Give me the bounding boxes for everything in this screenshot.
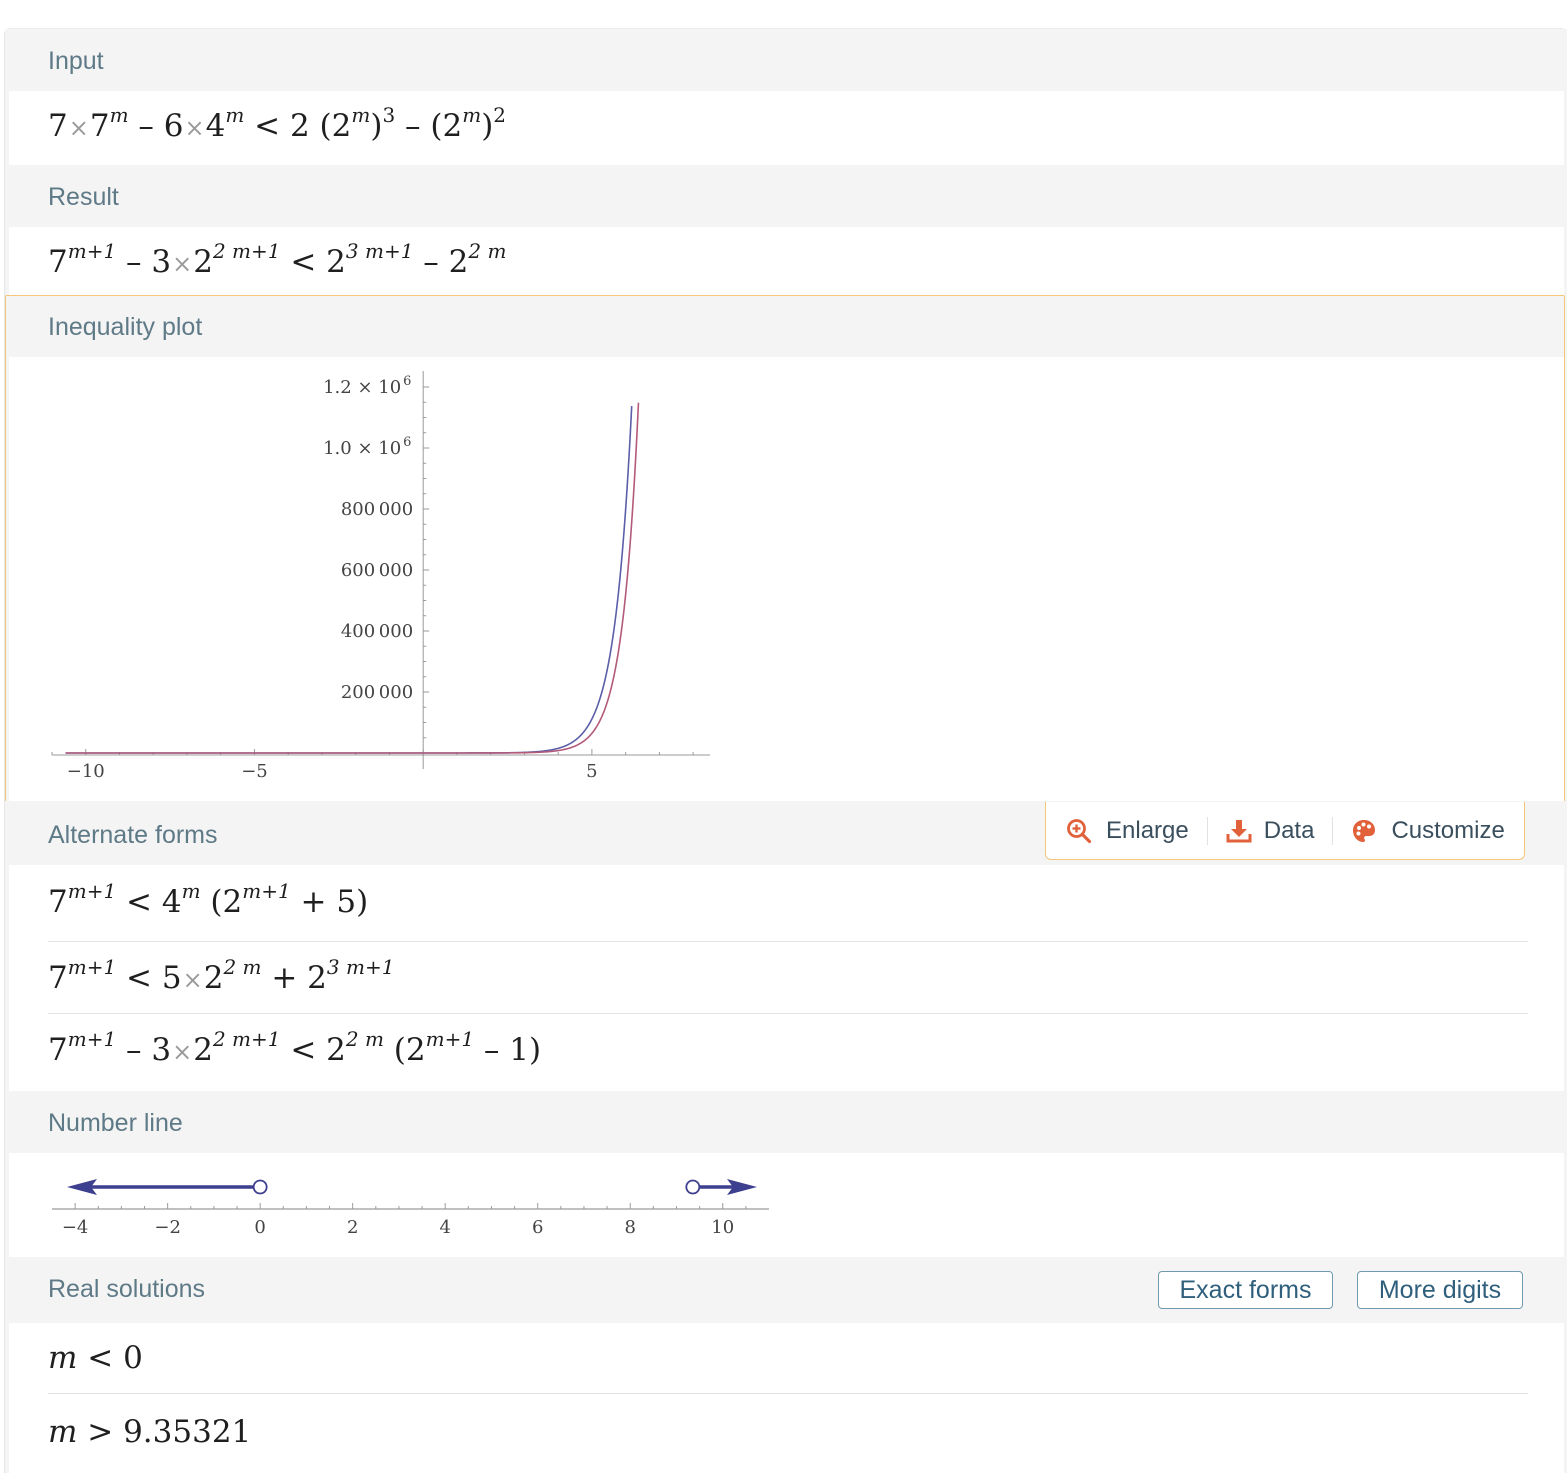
plot-pod-header: Inequality plot xyxy=(5,295,1567,357)
solutions-pod-body[interactable]: m < 0 m > 9.35321 xyxy=(9,1323,1564,1473)
palette-icon xyxy=(1353,819,1376,842)
solutions-separator xyxy=(48,1393,1528,1394)
input-pod-body[interactable]: 7×7m – 6×4m < 2 (2m)3 – (2m)2 xyxy=(9,91,1564,165)
numberline-tick-label: 6 xyxy=(532,1217,543,1238)
open-endpoint xyxy=(685,1179,701,1195)
customize-button[interactable]: Customize xyxy=(1351,816,1505,845)
numberline-tick-label: −4 xyxy=(62,1217,89,1238)
solution-2: m > 9.35321 xyxy=(48,1414,252,1450)
download-icon xyxy=(1226,819,1252,842)
solution-1: m < 0 xyxy=(48,1340,143,1376)
alternate-form-3: 7m+1 – 3×22 m+1 < 22 m (2m+1 – 1) xyxy=(48,1027,542,1068)
y-tick-label: 600 000 xyxy=(341,560,413,581)
solutions-pod-title: Real solutions xyxy=(48,1275,206,1303)
y-tick-label: 400 000 xyxy=(341,621,413,642)
input-pod-title: Input xyxy=(48,47,104,75)
data-label: Data xyxy=(1263,816,1315,844)
enlarge-label: Enlarge xyxy=(1106,816,1189,844)
open-endpoint xyxy=(252,1179,268,1195)
plot-pod-title: Inequality plot xyxy=(48,313,203,341)
customize-label: Customize xyxy=(1391,816,1505,844)
alternate-pod-body[interactable]: 7m+1 < 4m (2m+1 + 5) 7m+1 < 5×22 m + 23 … xyxy=(9,865,1564,1091)
toolbar-divider xyxy=(1206,816,1208,845)
numberline-tick-label: 10 xyxy=(711,1217,734,1238)
alternate-form-1: 7m+1 < 4m (2m+1 + 5) xyxy=(48,879,369,920)
y-tick-label: 1.2 × 10 xyxy=(323,377,401,398)
zoom-in-icon xyxy=(1067,818,1092,843)
result-expression: 7m+1 – 3×22 m+1 < 23 m+1 – 22 m xyxy=(48,239,507,280)
y-tick-label: 200 000 xyxy=(341,682,413,703)
result-pod-header: Result xyxy=(5,165,1567,227)
result-pod-title: Result xyxy=(48,183,119,211)
numberline-tick-label: 2 xyxy=(347,1217,358,1238)
y-tick-exponent: 6 xyxy=(403,374,411,389)
numberline-tick-label: 0 xyxy=(254,1217,265,1238)
inequality-plot[interactable]: −10 −5 5 200 000 400 000 600 000 800 000 1.0 × … xyxy=(9,357,729,797)
numberline-pod-header: Number line xyxy=(5,1091,1567,1153)
numberline-tick-label: 8 xyxy=(624,1217,635,1238)
enlarge-button[interactable]: Enlarge xyxy=(1066,817,1189,845)
alternate-separator xyxy=(48,941,1528,942)
numberline-tick-label: 4 xyxy=(439,1217,450,1238)
more-digits-button[interactable]: More digits xyxy=(1357,1271,1523,1309)
plot-toolbar: Enlarge Data Customize xyxy=(1045,802,1525,860)
numberline-pod-title: Number line xyxy=(48,1109,183,1137)
x-tick-label: 5 xyxy=(586,761,597,782)
input-expression: 7×7m – 6×4m < 2 (2m)3 – (2m)2 xyxy=(48,103,507,144)
number-line[interactable]: −4 −2 0 2 4 6 8 10 xyxy=(9,1153,789,1253)
y-tick-exponent: 6 xyxy=(403,435,411,450)
plot-pod-body[interactable]: −10 −5 5 200 000 400 000 600 000 800 000 1.0 × … xyxy=(9,357,1564,801)
input-pod-header: Input xyxy=(5,29,1567,91)
x-tick-label: −5 xyxy=(241,761,268,782)
alternate-form-2: 7m+1 < 5×22 m + 23 m+1 xyxy=(48,955,395,996)
numberline-pod-body[interactable]: −4 −2 0 2 4 6 8 10 xyxy=(9,1153,1564,1257)
results-card: Input 7×7m – 6×4m < 2 (2m)3 – (2m)2 Resu… xyxy=(4,28,1567,1473)
result-pod-body[interactable]: 7m+1 – 3×22 m+1 < 23 m+1 – 22 m xyxy=(9,227,1564,295)
y-tick-label: 800 000 xyxy=(341,499,413,520)
alternate-pod-title: Alternate forms xyxy=(48,821,218,849)
data-button[interactable]: Data xyxy=(1226,816,1315,845)
y-tick-label: 1.0 × 10 xyxy=(323,438,401,459)
exact-forms-button[interactable]: Exact forms xyxy=(1158,1271,1333,1309)
alternate-separator xyxy=(48,1013,1528,1014)
top-strip xyxy=(0,0,1568,28)
toolbar-divider xyxy=(1332,816,1334,845)
x-tick-label: −10 xyxy=(67,761,105,782)
numberline-tick-label: −2 xyxy=(154,1217,181,1238)
